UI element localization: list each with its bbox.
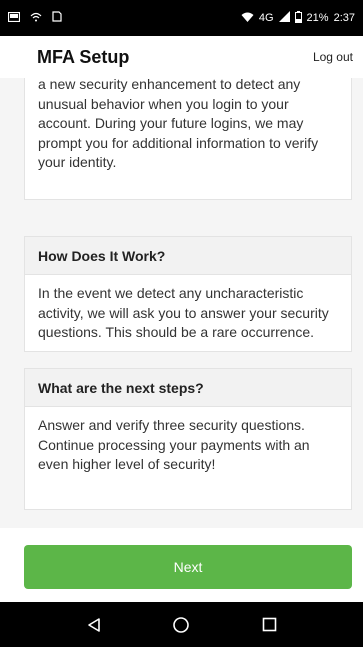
next-steps-body: Answer and verify three security questio… — [38, 417, 310, 472]
intro-card: a new security enhancement to detect any… — [24, 78, 352, 200]
how-it-works-body: In the event we detect any uncharacteris… — [38, 285, 329, 340]
screen: 4G 21% 2:37 MFA Setup Log out a new secu… — [0, 0, 363, 647]
notification-icon — [7, 11, 21, 25]
back-icon[interactable] — [74, 605, 114, 645]
how-it-works-heading: How Does It Work? — [25, 237, 351, 275]
next-button[interactable]: Next — [24, 545, 352, 589]
network-type: 4G — [258, 12, 274, 24]
content-scroll-area[interactable]: a new security enhancement to detect any… — [0, 78, 363, 528]
next-steps-card: What are the next steps? Answer and veri… — [24, 368, 352, 510]
intro-card-body: a new security enhancement to detect any… — [38, 78, 319, 170]
wifi-call-icon — [30, 12, 42, 25]
recents-icon[interactable] — [249, 605, 289, 645]
signal-icon — [278, 11, 290, 25]
page-title: MFA Setup — [37, 46, 130, 67]
clock: 2:37 — [333, 12, 355, 24]
how-it-works-card: How Does It Work? In the event we detect… — [24, 236, 352, 352]
home-icon[interactable] — [161, 605, 201, 645]
battery-percent: 21% — [306, 12, 329, 24]
wifi-icon — [241, 12, 254, 25]
app-header: MFA Setup Log out — [0, 36, 363, 78]
status-bar: 4G 21% 2:37 — [0, 0, 363, 36]
system-nav-bar — [0, 602, 363, 647]
status-right: 4G 21% 2:37 — [241, 10, 355, 26]
next-steps-heading: What are the next steps? — [25, 369, 351, 407]
status-left — [7, 11, 62, 25]
footer: Next — [0, 528, 363, 602]
battery-icon — [294, 10, 302, 26]
logout-link[interactable]: Log out — [313, 50, 353, 64]
sim-icon — [52, 11, 62, 25]
